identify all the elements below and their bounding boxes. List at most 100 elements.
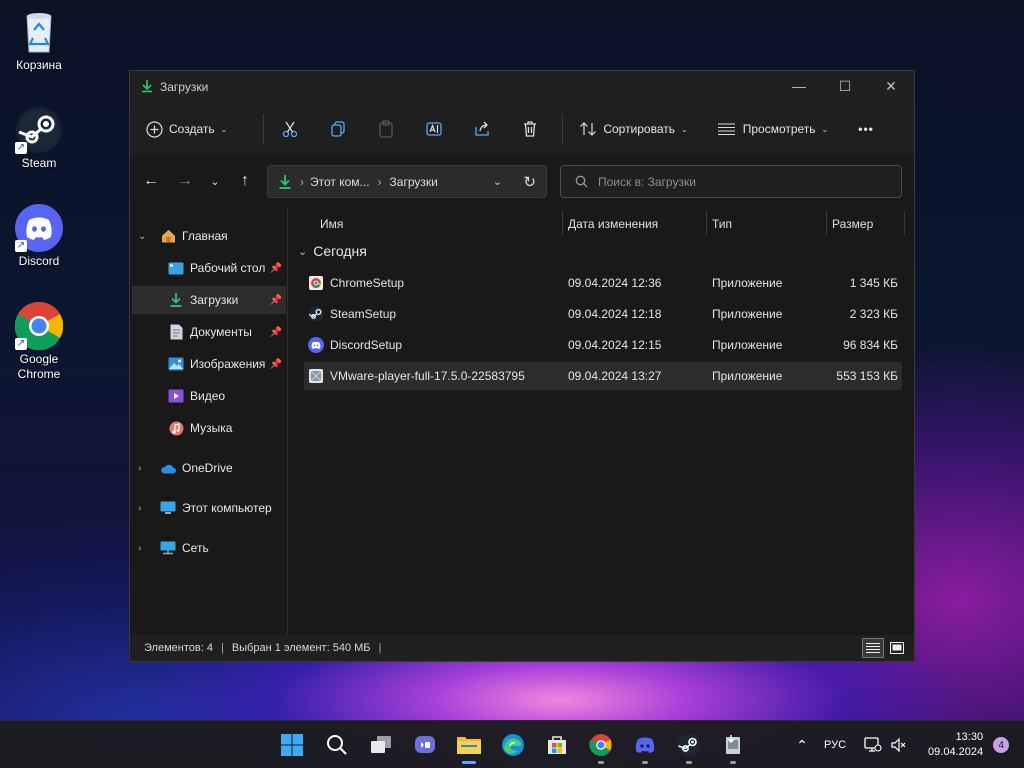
running-indicator xyxy=(462,761,476,764)
column-header-date[interactable]: Дата изменения xyxy=(568,211,658,237)
breadcrumb-this-pc[interactable]: Этот ком... xyxy=(310,175,370,189)
column-header-name[interactable]: Имя xyxy=(320,211,343,237)
file-row-steamsetup[interactable]: SteamSetup 09.04.2024 12:18 Приложение 2… xyxy=(304,300,902,328)
sidebar-item-documents[interactable]: Документы 📌 xyxy=(168,318,286,346)
running-indicator xyxy=(730,761,736,764)
sidebar-item-downloads[interactable]: Загрузки 📌 xyxy=(132,286,286,314)
sidebar-item-desktop[interactable]: Рабочий стол 📌 xyxy=(168,254,286,282)
address-bar[interactable]: › Этот ком... › Загрузки ⌄ ↻ xyxy=(267,165,547,198)
group-label: Сегодня xyxy=(313,243,367,259)
desktop-icon-recycle-bin[interactable]: Корзина xyxy=(6,8,72,73)
new-button[interactable]: Создать ⌄ xyxy=(140,113,233,145)
taskbar-search-button[interactable] xyxy=(321,729,353,761)
cut-button[interactable] xyxy=(274,113,306,145)
delete-button[interactable] xyxy=(514,113,546,145)
sidebar-item-label: Изображения xyxy=(190,357,266,371)
sidebar-item-pictures[interactable]: Изображения 📌 xyxy=(168,350,286,378)
copy-button[interactable] xyxy=(322,113,354,145)
file-type: Приложение xyxy=(712,276,783,290)
clock[interactable]: 13:30 09.04.2024 xyxy=(928,730,983,760)
column-divider[interactable] xyxy=(904,211,905,235)
view-button[interactable]: Просмотреть ⌄ xyxy=(712,113,835,145)
close-button[interactable]: ✕ xyxy=(868,71,914,101)
running-indicator xyxy=(686,761,692,764)
sort-button[interactable]: Сортировать ⌄ xyxy=(573,113,693,145)
sidebar-item-label: Главная xyxy=(182,229,228,243)
sidebar-item-network[interactable]: › Сеть xyxy=(138,534,288,562)
new-button-label: Создать xyxy=(169,122,215,136)
group-header-today[interactable]: ⌄ Сегодня xyxy=(298,243,367,259)
vmware-installer-icon xyxy=(308,368,324,384)
notification-badge[interactable]: 4 xyxy=(993,737,1010,753)
title-bar[interactable]: Загрузки — ☐ ✕ xyxy=(130,71,914,103)
task-view-button[interactable] xyxy=(365,729,397,761)
column-divider[interactable] xyxy=(826,211,827,235)
sidebar-item-videos[interactable]: Видео xyxy=(168,382,286,410)
taskbar-edge[interactable] xyxy=(497,729,529,761)
taskbar-microsoft-store[interactable] xyxy=(541,729,573,761)
desktop-icon-discord[interactable]: ↗ Discord xyxy=(6,204,72,269)
computer-icon xyxy=(160,500,176,516)
taskbar-discord[interactable] xyxy=(629,729,661,764)
taskbar-steam[interactable] xyxy=(673,729,705,764)
more-options-button[interactable]: ••• xyxy=(852,113,880,145)
sidebar-item-home[interactable]: ⌄ Главная xyxy=(138,222,288,250)
taskbar-chrome[interactable] xyxy=(585,729,617,764)
rename-button[interactable] xyxy=(418,113,450,145)
recent-locations-button[interactable]: ⌄ xyxy=(200,166,230,196)
scissors-icon xyxy=(283,121,298,138)
maximize-button[interactable]: ☐ xyxy=(822,71,868,101)
back-button[interactable]: ← xyxy=(136,166,166,196)
status-divider: | xyxy=(220,642,224,654)
large-icons-view-button[interactable] xyxy=(886,638,908,658)
file-row-chromesetup[interactable]: ChromeSetup 09.04.2024 12:36 Приложение … xyxy=(304,269,902,297)
task-view-icon xyxy=(371,736,391,753)
start-button[interactable] xyxy=(276,729,308,761)
column-divider[interactable] xyxy=(562,211,563,235)
sidebar-item-onedrive[interactable]: › OneDrive xyxy=(138,454,288,482)
file-row-vmware-player[interactable]: VMware-player-full-17.5.0-22583795 09.04… xyxy=(304,362,902,390)
paste-button[interactable] xyxy=(370,113,402,145)
search-box[interactable]: Поиск в: Загрузки xyxy=(560,165,902,198)
taskbar: ⌃ РУС 13:30 09.04.2024 4 xyxy=(0,720,1024,768)
folder-icon xyxy=(457,737,481,754)
minimize-button[interactable]: — xyxy=(776,71,822,101)
videos-icon xyxy=(168,388,184,404)
desktop-icon-steam[interactable]: ↗ Steam xyxy=(6,106,72,171)
share-button[interactable] xyxy=(466,113,498,145)
breadcrumb-downloads[interactable]: Загрузки xyxy=(390,175,438,189)
toolbar-divider xyxy=(562,114,564,144)
discord-icon xyxy=(635,737,655,753)
desktop-icon-label: Google Chrome xyxy=(17,352,61,381)
taskbar-chat-button[interactable] xyxy=(409,729,441,761)
details-view-button[interactable] xyxy=(862,638,884,658)
sidebar-item-music[interactable]: Музыка xyxy=(168,414,286,442)
clock-time: 13:30 xyxy=(955,731,984,743)
sidebar-item-this-pc[interactable]: › Этот компьютер xyxy=(138,494,288,522)
column-header-size[interactable]: Размер xyxy=(832,211,873,237)
downloads-icon xyxy=(168,292,184,308)
input-language[interactable]: РУС xyxy=(824,739,846,751)
up-button[interactable]: ↑ xyxy=(230,166,260,196)
file-date: 09.04.2024 12:36 xyxy=(568,276,662,290)
desktop-icon-chrome[interactable]: ↗ Google Chrome xyxy=(6,301,72,382)
sidebar-item-label: Музыка xyxy=(190,421,233,435)
file-row-discordsetup[interactable]: DiscordSetup 09.04.2024 12:15 Приложение… xyxy=(304,331,902,359)
column-header-type[interactable]: Тип xyxy=(712,211,732,237)
sidebar-item-label: Рабочий стол xyxy=(190,261,266,275)
chevron-down-icon: ⌄ xyxy=(220,124,228,134)
forward-button[interactable]: → xyxy=(170,166,200,196)
steam-installer-icon xyxy=(308,306,324,322)
column-divider[interactable] xyxy=(706,211,707,235)
refresh-button[interactable]: ↻ xyxy=(523,173,536,191)
onedrive-icon xyxy=(160,460,176,476)
taskbar-vmware-installer[interactable] xyxy=(717,729,749,764)
search-placeholder: Поиск в: Загрузки xyxy=(598,174,696,189)
volume-muted-icon[interactable] xyxy=(890,737,906,753)
show-hidden-icons-button[interactable]: ⌃ xyxy=(792,737,812,754)
file-type: Приложение xyxy=(712,369,783,383)
address-dropdown-button[interactable]: ⌄ xyxy=(493,175,502,188)
taskbar-file-explorer[interactable] xyxy=(453,729,485,764)
network-icon[interactable] xyxy=(864,737,882,753)
rename-icon xyxy=(426,122,442,136)
